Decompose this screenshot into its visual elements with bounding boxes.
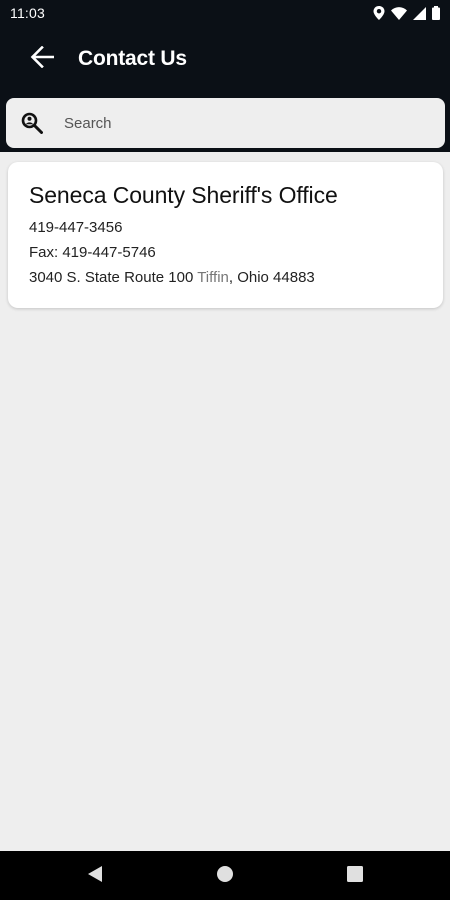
address-street: 3040 S. State Route 100 xyxy=(29,269,198,286)
address-state-zip: , Ohio 44883 xyxy=(228,269,315,286)
address-city: Tiffin xyxy=(197,269,229,286)
signal-icon xyxy=(413,6,426,20)
search-icon xyxy=(20,111,44,135)
navigation-bar xyxy=(0,851,450,900)
contact-name: Seneca County Sheriff's Office xyxy=(29,182,338,208)
app-bar: Contact Us xyxy=(0,26,450,92)
status-icons xyxy=(373,6,440,20)
back-triangle-icon xyxy=(87,865,103,888)
contact-card[interactable]: Seneca County Sheriff's Office 419-447-3… xyxy=(8,162,443,308)
contact-phone[interactable]: 419-447-3456 xyxy=(29,219,423,236)
home-circle-icon xyxy=(216,865,234,888)
status-bar: 11:03 xyxy=(0,0,450,26)
search-strip xyxy=(0,92,450,152)
status-time: 11:03 xyxy=(10,5,45,21)
nav-home-button[interactable] xyxy=(215,865,235,888)
search-box[interactable] xyxy=(6,98,445,148)
wifi-icon xyxy=(391,6,407,20)
contact-address[interactable]: 3040 S. State Route 100 Tiffin, Ohio 448… xyxy=(29,269,423,286)
nav-back-button[interactable] xyxy=(84,865,106,888)
location-icon xyxy=(373,6,385,20)
arrow-left-icon xyxy=(30,45,55,73)
search-input[interactable] xyxy=(64,114,404,132)
page-title: Contact Us xyxy=(78,47,187,70)
contact-fax: Fax: 419-447-5746 xyxy=(29,244,156,261)
recents-square-icon xyxy=(347,865,363,887)
battery-icon xyxy=(432,6,440,20)
back-button[interactable] xyxy=(22,39,62,79)
nav-recents-button[interactable] xyxy=(345,865,365,887)
